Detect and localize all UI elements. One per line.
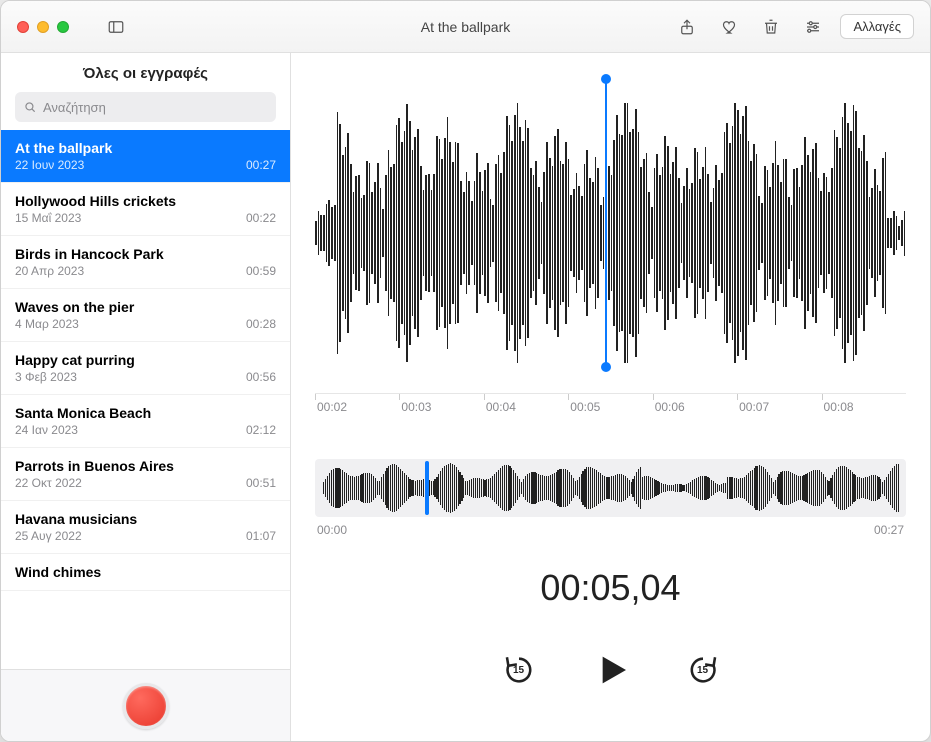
toggle-sidebar-button[interactable]	[101, 13, 131, 41]
recordings-list[interactable]: At the ballpark 22 Ιουν 2023 00:27 Hollywoo…	[1, 130, 290, 669]
recording-row[interactable]: Waves on the pier 4 Μαρ 2023 00:28	[1, 289, 290, 342]
recording-date: 22 Οκτ 2022	[15, 476, 82, 490]
ruler-tick: 00:08	[822, 394, 906, 419]
ruler-tick: 00:04	[484, 394, 568, 419]
recording-duration: 01:07	[246, 529, 276, 543]
recording-name: Havana musicians	[15, 511, 276, 527]
sliders-icon	[804, 18, 822, 36]
recording-date: 25 Αυγ 2022	[15, 529, 82, 543]
overview-end: 00:27	[874, 523, 904, 537]
overview-labels: 00:00 00:27	[315, 523, 906, 537]
recording-name: Parrots in Buenos Aires	[15, 458, 276, 474]
ruler-tick: 00:03	[399, 394, 483, 419]
skip-forward-button[interactable]: 15	[682, 649, 724, 691]
recording-row[interactable]: Santa Monica Beach 24 Ιαν 2023 02:12	[1, 395, 290, 448]
search-icon	[23, 100, 37, 114]
ruler-tick: 00:02	[315, 394, 399, 419]
traffic-lights	[17, 21, 69, 33]
recording-date: 15 Μαΐ 2023	[15, 211, 81, 225]
sidebar: Όλες οι εγγραφές At the ballpark 22 Ιουν …	[1, 53, 291, 741]
settings-button[interactable]	[798, 13, 828, 41]
recording-duration: 00:27	[246, 158, 276, 172]
play-button[interactable]	[590, 649, 632, 691]
recording-name: Wind chimes	[15, 564, 276, 580]
minimize-window-button[interactable]	[37, 21, 49, 33]
delete-button[interactable]	[756, 13, 786, 41]
sidebar-icon	[107, 18, 125, 36]
heart-icon	[720, 18, 738, 36]
changes-button[interactable]: Αλλαγές	[840, 14, 914, 39]
sidebar-header: Όλες οι εγγραφές	[1, 53, 290, 92]
body: Όλες οι εγγραφές At the ballpark 22 Ιουν …	[1, 53, 930, 741]
recording-duration: 00:59	[246, 264, 276, 278]
recording-duration: 00:51	[246, 476, 276, 490]
recording-row[interactable]: Birds in Hancock Park 20 Απρ 2023 00:59	[1, 236, 290, 289]
recording-name: Waves on the pier	[15, 299, 276, 315]
recording-date: 20 Απρ 2023	[15, 264, 84, 278]
waveform-overview[interactable]	[315, 459, 906, 517]
recording-duration: 02:12	[246, 423, 276, 437]
recording-row[interactable]: At the ballpark 22 Ιουν 2023 00:27	[1, 130, 290, 183]
time-ruler: 00:0200:0300:0400:0500:0600:0700:08	[315, 393, 906, 419]
share-icon	[678, 18, 696, 36]
recording-name: Happy cat purring	[15, 352, 276, 368]
toolbar-right: Αλλαγές	[672, 13, 914, 41]
skip-forward-seconds: 15	[697, 665, 708, 676]
record-button[interactable]	[123, 683, 169, 729]
skip-back-seconds: 15	[513, 665, 524, 676]
waveform-main[interactable]	[315, 73, 906, 393]
recording-row[interactable]: Wind chimes	[1, 554, 290, 591]
overview-start: 00:00	[317, 523, 347, 537]
recording-row[interactable]: Happy cat purring 3 Φεβ 2023 00:56	[1, 342, 290, 395]
recording-name: Birds in Hancock Park	[15, 246, 276, 262]
search-input[interactable]	[43, 100, 268, 115]
recording-duration: 00:56	[246, 370, 276, 384]
recording-duration: 00:22	[246, 211, 276, 225]
recording-name: Hollywood Hills crickets	[15, 193, 276, 209]
recording-row[interactable]: Hollywood Hills crickets 15 Μαΐ 2023 00:22	[1, 183, 290, 236]
main-panel: 00:0200:0300:0400:0500:0600:0700:08 00:0…	[291, 53, 930, 741]
recording-name: Santa Monica Beach	[15, 405, 276, 421]
playback-controls: 15 15	[315, 649, 906, 691]
titlebar: At the ballpark	[1, 1, 930, 53]
recording-row[interactable]: Parrots in Buenos Aires 22 Οκτ 2022 00:51	[1, 448, 290, 501]
waveform-bars	[315, 103, 906, 363]
overview-bars	[323, 465, 898, 511]
ruler-tick: 00:07	[737, 394, 821, 419]
recording-row[interactable]: Havana musicians 25 Αυγ 2022 01:07	[1, 501, 290, 554]
favorite-button[interactable]	[714, 13, 744, 41]
play-icon	[591, 650, 631, 690]
app-window: At the ballpark	[0, 0, 931, 742]
share-button[interactable]	[672, 13, 702, 41]
recording-duration: 00:28	[246, 317, 276, 331]
skip-back-button[interactable]: 15	[498, 649, 540, 691]
recording-date: 22 Ιουν 2023	[15, 158, 84, 172]
close-window-button[interactable]	[17, 21, 29, 33]
recording-date: 4 Μαρ 2023	[15, 317, 79, 331]
ruler-tick: 00:05	[568, 394, 652, 419]
overview-playhead[interactable]	[425, 461, 429, 515]
current-time: 00:05,04	[315, 567, 906, 609]
recording-date: 3 Φεβ 2023	[15, 370, 77, 384]
ruler-tick: 00:06	[653, 394, 737, 419]
recording-date: 24 Ιαν 2023	[15, 423, 78, 437]
trash-icon	[762, 18, 780, 36]
search-field[interactable]	[15, 92, 276, 122]
zoom-window-button[interactable]	[57, 21, 69, 33]
playhead[interactable]	[605, 79, 607, 367]
window-title: At the ballpark	[421, 19, 511, 35]
record-bar	[1, 669, 290, 741]
recording-name: At the ballpark	[15, 140, 276, 156]
